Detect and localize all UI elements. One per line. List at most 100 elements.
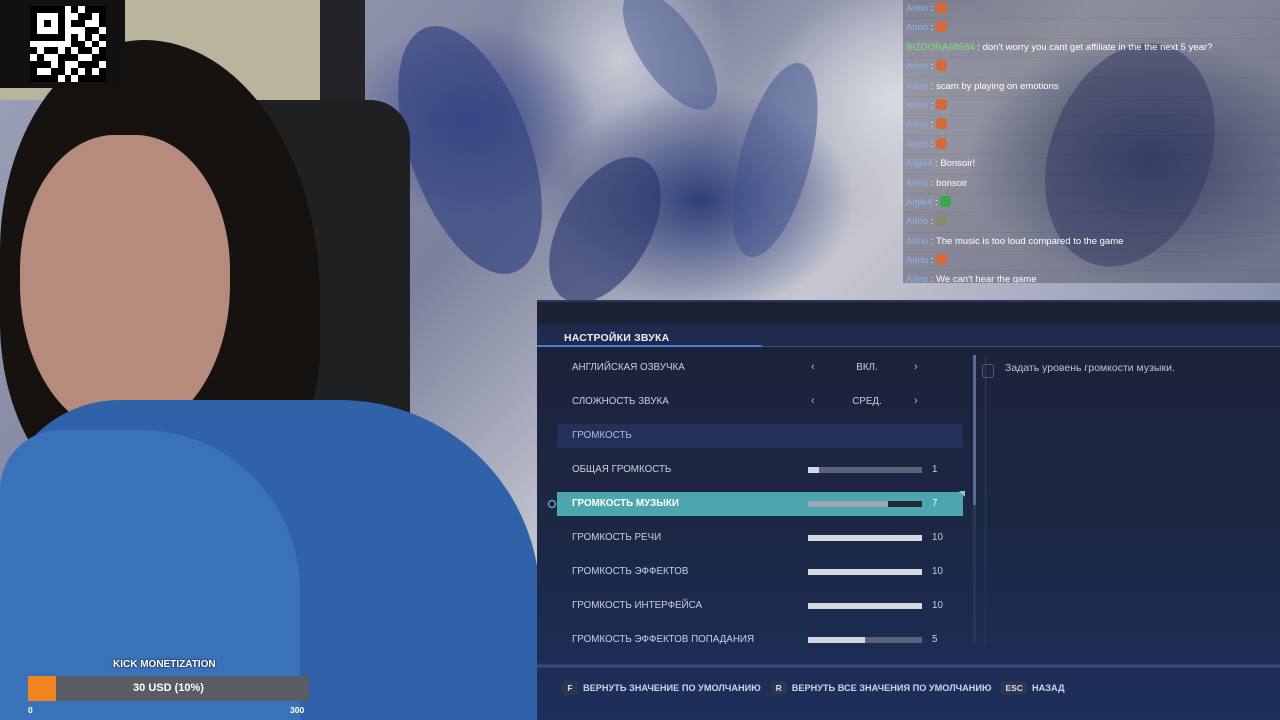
monetization-min: 0 — [28, 705, 33, 715]
volume-slider[interactable] — [808, 467, 922, 473]
emote-icon — [936, 60, 948, 72]
chat-message: Arino : scam by playing on emotions — [903, 77, 1280, 97]
footer-hints: F ВЕРНУТЬ ЗНАЧЕНИЕ ПО УМОЛЧАНИЮ R ВЕРНУТЬ В… — [562, 680, 1065, 696]
footer-hint-f[interactable]: F ВЕРНУТЬ ЗНАЧЕНИЕ ПО УМОЛЧАНИЮ — [562, 681, 761, 695]
chevron-left-icon[interactable]: ‹ — [811, 361, 815, 373]
footer-hint-label: ВЕРНУТЬ ВСЕ ЗНАЧЕНИЯ ПО УМОЛЧАНИЮ — [791, 683, 992, 693]
chat-username[interactable]: Arino — [906, 100, 928, 111]
settings-row-label: ГРОМКОСТЬ ИНТЕРФЕЙСА — [572, 600, 702, 611]
volume-slider-fill — [808, 637, 865, 643]
volume-slider-fill — [808, 535, 922, 541]
footer-hint-label: ВЕРНУТЬ ЗНАЧЕНИЕ ПО УМОЛЧАНИЮ — [583, 683, 761, 693]
emote-icon — [936, 215, 948, 227]
emote-icon — [940, 195, 952, 207]
settings-row-label: ГРОМКОСТЬ РЕЧИ — [572, 532, 662, 543]
volume-value: 10 — [932, 532, 943, 543]
chat-message: Arino : — [903, 0, 1280, 20]
volume-value: 10 — [932, 600, 943, 611]
volume-slider[interactable] — [808, 569, 922, 575]
chat-text: bonsoir — [936, 177, 968, 189]
chevron-right-icon[interactable]: › — [914, 361, 918, 373]
footer-hint-label: НАЗАД — [1031, 683, 1065, 693]
settings-row[interactable]: ОБЩАЯ ГРОМКОСТЬ 1 — [557, 458, 963, 482]
chat-text: The music is too loud compared to the ga… — [935, 235, 1124, 247]
settings-row[interactable]: ГРОМКОСТЬ ЭФФЕКТОВ ПОПАДАНИЯ 5 — [557, 628, 963, 652]
monetization-title: KICK MONETIZATION — [113, 659, 216, 670]
settings-section-header: ГРОМКОСТЬ — [557, 424, 963, 448]
chat-username[interactable]: Arino — [906, 139, 928, 150]
emote-icon — [936, 118, 948, 130]
chat-message: Arino : — [903, 252, 1280, 272]
settings-row[interactable]: ГРОМКОСТЬ ЭФФЕКТОВ 10 — [557, 560, 963, 584]
volume-value: 7 — [932, 498, 938, 509]
chat-message: Arino : The music is too loud compared t… — [903, 232, 1280, 253]
emote-icon — [936, 21, 948, 33]
settings-row-label: ГРОМКОСТЬ МУЗЫКИ — [572, 498, 679, 509]
chat-message: Aigle4 : — [903, 193, 1280, 214]
chevron-left-icon[interactable]: ‹ — [811, 395, 815, 407]
chat-message: Arino : — [903, 96, 1280, 117]
emote-icon — [936, 254, 948, 266]
chat-message: Arino : We can't hear the game — [903, 271, 1280, 283]
chat-text: don't worry you cant get affiliate in th… — [982, 41, 1213, 53]
settings-row-label: ГРОМКОСТЬ — [572, 430, 632, 441]
chat-username[interactable]: Arino — [906, 178, 928, 189]
settings-row-label: АНГЛИЙСКАЯ ОЗВУЧКА — [572, 362, 685, 373]
volume-slider[interactable] — [808, 603, 922, 609]
panel-title: НАСТРОЙКИ ЗВУКА — [564, 332, 670, 344]
chat-message: BIZDORA68584 : don't worry you cant get … — [903, 38, 1280, 59]
chat-username[interactable]: Arino — [906, 61, 928, 72]
settings-row[interactable]: СЛОЖНОСТЬ ЗВУКА ‹ СРЕД. › — [557, 390, 963, 414]
volume-slider-fill — [808, 569, 922, 575]
volume-slider[interactable] — [808, 637, 922, 643]
settings-row[interactable]: ГРОМКОСТЬ ИНТЕРФЕЙСА 10 — [557, 594, 963, 618]
key-badge: R — [770, 681, 787, 695]
chat-message: Aigle4 : Bonsoir! — [903, 155, 1280, 175]
selection-indicator — [548, 500, 556, 508]
chat-username[interactable]: Arino — [906, 81, 928, 92]
chat-username[interactable]: Aigle4 — [906, 197, 932, 208]
qr-code — [0, 0, 125, 88]
footer-hint-esc[interactable]: ESC НАЗАД — [1001, 681, 1065, 695]
info-icon — [982, 364, 994, 378]
chat-username[interactable]: Arino — [906, 119, 928, 130]
settings-row[interactable]: ГРОМКОСТЬ РЕЧИ 10 — [557, 526, 963, 550]
emote-icon — [936, 137, 948, 149]
settings-row[interactable]: АНГЛИЙСКАЯ ОЗВУЧКА ‹ ВКЛ. › — [557, 356, 963, 380]
volume-slider[interactable] — [808, 501, 922, 507]
footer-hint-r[interactable]: R ВЕРНУТЬ ВСЕ ЗНАЧЕНИЯ ПО УМОЛЧАНИЮ — [770, 681, 992, 695]
settings-row-label: СЛОЖНОСТЬ ЗВУКА — [572, 396, 669, 407]
chat-username[interactable]: Arino — [906, 274, 928, 283]
volume-value: 5 — [932, 634, 938, 645]
key-badge: ESC — [1001, 681, 1027, 695]
key-badge: F — [562, 681, 578, 695]
chat-message: Arino : — [903, 213, 1280, 233]
volume-slider-fill — [808, 603, 922, 609]
emote-icon — [936, 2, 948, 13]
setting-description: Задать уровень громкости музыки. — [1005, 362, 1175, 374]
settings-row-label: ГРОМКОСТЬ ЭФФЕКТОВ ПОПАДАНИЯ — [572, 634, 755, 645]
monetization-max: 300 — [290, 705, 305, 715]
volume-value: 10 — [932, 566, 943, 577]
chat-username[interactable]: Arino — [906, 236, 928, 247]
chat-username[interactable]: Aigle4 — [906, 158, 932, 169]
settings-row[interactable]: ГРОМКОСТЬ МУЗЫКИ 7 — [548, 491, 965, 516]
chat-message: Arino : — [903, 58, 1280, 78]
chevron-right-icon[interactable]: › — [914, 395, 918, 407]
chat-username[interactable]: Arino — [906, 216, 928, 227]
chat-message: Arino : bonsoir — [903, 174, 1280, 194]
chat-text: scam by playing on emotions — [936, 80, 1059, 92]
monetization-progress-text: 30 USD (10%) — [133, 682, 204, 694]
chat-username[interactable]: Arino — [906, 22, 928, 33]
volume-slider[interactable] — [808, 535, 922, 541]
chat-message: Arino : — [903, 135, 1280, 156]
sound-settings-panel: НАСТРОЙКИ ЗВУКА АНГЛИЙСКАЯ ОЗВУЧКА ‹ ВКЛ. ›… — [537, 300, 1280, 720]
chat-username[interactable]: Arino — [906, 255, 928, 266]
chat-message: Arino : — [903, 116, 1280, 136]
scrollbar-thumb[interactable] — [973, 355, 976, 505]
chat-text: Bonsoir! — [940, 158, 976, 170]
volume-slider-fill — [808, 467, 819, 473]
chat-username[interactable]: Arino — [906, 3, 928, 14]
settings-choice-value: СРЕД. — [852, 396, 882, 407]
chat-username[interactable]: BIZDORA68584 — [906, 42, 975, 53]
